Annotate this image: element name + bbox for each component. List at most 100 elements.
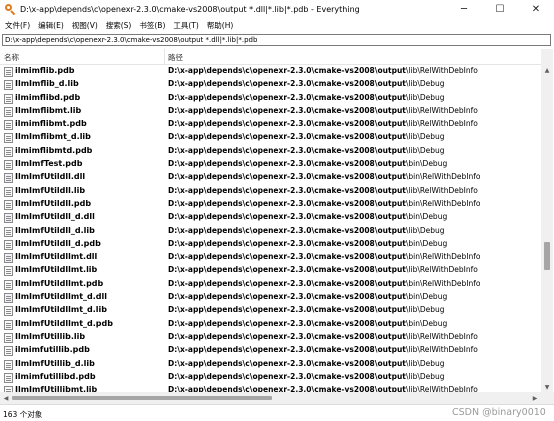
everything-search-icon (4, 3, 16, 16)
list-item[interactable]: IlmImflibmt.lib D:\x-app\depends\c\openex… (0, 105, 541, 118)
status-bar: 163 个对象 CSDN @binary0010 (0, 404, 554, 421)
file-name: IlmImfUtildll.pdb (15, 198, 92, 208)
search-input[interactable]: D:\x-app\depends\c\openexr-2.3.0\cmake-v… (2, 34, 551, 46)
vertical-scroll-thumb[interactable] (544, 242, 550, 270)
path-prefix: D:\x-app\depends\c\openexr-2.3.0\cmake-v… (168, 278, 406, 288)
minimize-button[interactable]: ─ (446, 0, 482, 18)
file-name: IlmImfUtildllmt_d.dll (15, 292, 107, 302)
pdb-file-icon (4, 146, 13, 157)
path-suffix: \lib\Debug (405, 79, 445, 89)
close-button[interactable]: ✕ (518, 0, 554, 18)
scroll-up-icon[interactable]: ▲ (541, 65, 553, 75)
list-item[interactable]: ilmimfutillib.pdb D:\x-app\depends\c\open… (0, 344, 541, 357)
menu-view[interactable]: 视图(V) (70, 20, 104, 31)
path-suffix: \lib\Debug (405, 305, 445, 315)
list-item[interactable]: ilmimflibmt.pdb D:\x-app\depends\c\openex… (0, 118, 541, 131)
list-item[interactable]: IlmImfUtildllmt.lib D:\x-app\depends\c\op… (0, 264, 541, 277)
list-item[interactable]: IlmImfUtildllmt.pdb D:\x-app\depends\c\op… (0, 278, 541, 291)
path-prefix: D:\x-app\depends\c\openexr-2.3.0\cmake-v… (168, 145, 406, 155)
path-suffix: \lib\RelWithDebInfo (405, 385, 478, 392)
file-path: D:\x-app\depends\c\openexr-2.3.0\cmake-v… (168, 292, 447, 301)
path-suffix: \lib\Debug (405, 92, 445, 102)
path-suffix: \bin\RelWithDebInfo (405, 252, 481, 262)
path-suffix: \lib\RelWithDebInfo (405, 265, 478, 275)
list-item[interactable]: IlmImfUtildll_d.dll D:\x-app\depends\c\op… (0, 211, 541, 224)
file-name: IlmImfUtildll_d.dll (15, 212, 95, 222)
path-suffix: \lib\RelWithDebInfo (405, 345, 478, 355)
maximize-button[interactable]: ☐ (482, 0, 518, 18)
list-item[interactable]: IlmImfUtillib.lib D:\x-app\depends\c\open… (0, 331, 541, 344)
list-item[interactable]: IlmImfUtildll_d.pdb D:\x-app\depends\c\op… (0, 238, 541, 251)
path-suffix: \bin\Debug (405, 318, 448, 328)
list-item[interactable]: ilmimflibmtd.pdb D:\x-app\depends\c\opene… (0, 145, 541, 158)
scroll-right-icon[interactable]: ▶ (530, 392, 540, 404)
path-suffix: \lib\RelWithDebInfo (405, 185, 478, 195)
path-prefix: D:\x-app\depends\c\openexr-2.3.0\cmake-v… (168, 66, 406, 75)
list-item[interactable]: IlmImfUtildllmt_d.dll D:\x-app\depends\c\… (0, 291, 541, 304)
list-item[interactable]: IlmImfUtildllmt.dll D:\x-app\depends\c\op… (0, 251, 541, 264)
list-item[interactable]: IlmImfUtillibmt.lib D:\x-app\depends\c\op… (0, 384, 541, 392)
menu-search[interactable]: 搜索(S) (104, 20, 138, 31)
scroll-left-icon[interactable]: ◀ (1, 392, 11, 404)
path-suffix: \bin\Debug (405, 292, 448, 302)
lib-file-icon (4, 226, 13, 237)
lib-file-icon (4, 133, 13, 144)
list-item[interactable]: IlmImfUtildllmt_d.lib D:\x-app\depends\c\… (0, 304, 541, 317)
column-header-path[interactable]: 路径 (168, 52, 183, 63)
path-suffix: \lib\Debug (405, 371, 445, 381)
list-item[interactable]: IlmImfTest.pdb D:\x-app\depends\c\openexr… (0, 158, 541, 171)
scroll-down-icon[interactable]: ▼ (541, 382, 553, 392)
file-name: IlmImfUtillib_d.lib (15, 358, 95, 368)
path-prefix: D:\x-app\depends\c\openexr-2.3.0\cmake-v… (168, 119, 406, 129)
menu-tools[interactable]: 工具(T) (171, 20, 204, 31)
file-name: IlmImflibmt.lib (15, 105, 82, 115)
list-item[interactable]: IlmImfUtillib_d.lib D:\x-app\depends\c\op… (0, 358, 541, 371)
menu-edit[interactable]: 编辑(E) (36, 20, 70, 31)
path-prefix: D:\x-app\depends\c\openexr-2.3.0\cmake-v… (168, 105, 406, 115)
pdb-file-icon (4, 239, 13, 250)
list-item[interactable]: IlmImfUtildll.pdb D:\x-app\depends\c\open… (0, 198, 541, 211)
file-path: D:\x-app\depends\c\openexr-2.3.0\cmake-v… (168, 66, 478, 75)
watermark: CSDN @binary0010 (452, 407, 546, 418)
menu-file[interactable]: 文件(F) (3, 20, 36, 31)
file-path: D:\x-app\depends\c\openexr-2.3.0\cmake-v… (168, 305, 445, 314)
path-suffix: \lib\Debug (405, 358, 445, 368)
column-header-name[interactable]: 名称 (4, 52, 19, 63)
vertical-scrollbar[interactable]: ▲ ▼ (541, 49, 553, 392)
path-suffix: \bin\RelWithDebInfo (405, 198, 481, 208)
file-path: D:\x-app\depends\c\openexr-2.3.0\cmake-v… (168, 186, 478, 195)
path-prefix: D:\x-app\depends\c\openexr-2.3.0\cmake-v… (168, 292, 406, 302)
menu-bar: 文件(F) 编辑(E) 视图(V) 搜索(S) 书签(B) 工具(T) 帮助(H… (0, 19, 554, 32)
list-item[interactable]: IlmImfUtildll_d.lib D:\x-app\depends\c\op… (0, 225, 541, 238)
menu-help[interactable]: 帮助(H) (205, 20, 240, 31)
pdb-file-icon (4, 67, 13, 77)
path-prefix: D:\x-app\depends\c\openexr-2.3.0\cmake-v… (168, 371, 406, 381)
horizontal-scroll-thumb[interactable] (12, 396, 272, 400)
list-item[interactable]: IlmImfUtildll.lib D:\x-app\depends\c\open… (0, 185, 541, 198)
file-path: D:\x-app\depends\c\openexr-2.3.0\cmake-v… (168, 159, 447, 168)
file-path: D:\x-app\depends\c\openexr-2.3.0\cmake-v… (168, 172, 481, 181)
list-item[interactable]: IlmImfUtildll.dll D:\x-app\depends\c\open… (0, 171, 541, 184)
menu-bookmarks[interactable]: 书签(B) (137, 20, 171, 31)
file-path: D:\x-app\depends\c\openexr-2.3.0\cmake-v… (168, 106, 478, 115)
file-path: D:\x-app\depends\c\openexr-2.3.0\cmake-v… (168, 199, 481, 208)
file-name: IlmImfUtildll_d.lib (15, 225, 95, 235)
path-suffix: \lib\Debug (405, 225, 445, 235)
file-name: IlmImfUtildllmt.pdb (15, 278, 104, 288)
window-title: D:\x-app\depends\c\openexr-2.3.0\cmake-v… (20, 4, 360, 14)
pdb-file-icon (4, 279, 13, 290)
list-item[interactable]: IlmImflibmt_d.lib D:\x-app\depends\c\open… (0, 131, 541, 144)
horizontal-scrollbar[interactable]: ◀ ▶ (0, 392, 541, 404)
list-item[interactable]: ilmimflibd.pdb D:\x-app\depends\c\openexr… (0, 92, 541, 105)
path-suffix: \bin\Debug (405, 212, 448, 222)
lib-file-icon (4, 106, 13, 117)
list-item[interactable]: IlmImfUtildllmt_d.pdb D:\x-app\depends\c\… (0, 318, 541, 331)
list-item[interactable]: IlmImflib_d.lib D:\x-app\depends\c\openex… (0, 78, 541, 91)
list-item[interactable]: ilmimflib.pdb D:\x-app\depends\c\openexr-… (0, 65, 541, 78)
column-resize-handle[interactable] (164, 49, 165, 65)
result-list[interactable]: ilmimflib.pdb D:\x-app\depends\c\openexr-… (0, 65, 541, 392)
file-name: IlmImfUtildllmt_d.lib (15, 305, 107, 315)
list-item[interactable]: ilmimfutillibd.pdb D:\x-app\depends\c\ope… (0, 371, 541, 384)
file-name: IlmImfUtildllmt_d.pdb (15, 318, 113, 328)
file-path: D:\x-app\depends\c\openexr-2.3.0\cmake-v… (168, 239, 447, 248)
